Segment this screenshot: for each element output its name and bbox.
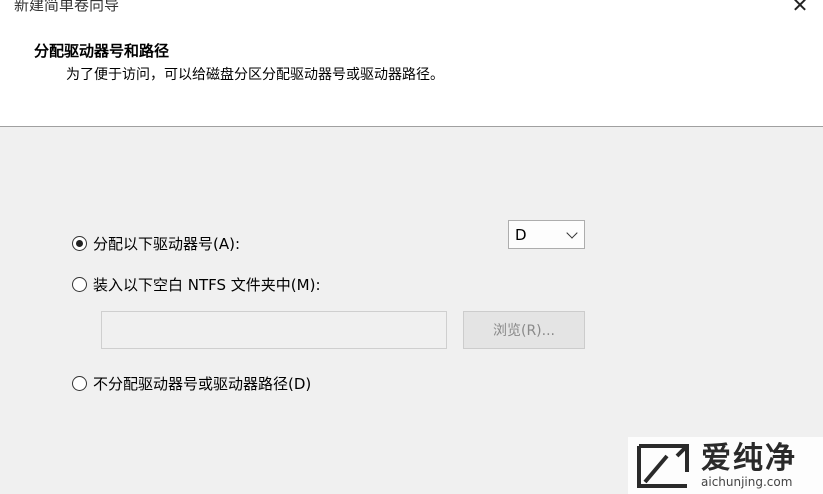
page-description: 为了便于访问，可以给磁盘分区分配驱动器号或驱动器路径。 (66, 67, 444, 83)
watermark-site: aichunjing.com (701, 474, 793, 489)
assign-letter-radio[interactable] (72, 236, 87, 251)
close-button[interactable]: ✕ (777, 0, 823, 18)
drive-letter-select[interactable]: D (508, 220, 585, 249)
mount-folder-label: 装入以下空白 NTFS 文件夹中(M): (93, 276, 321, 294)
wizard-content: 分配以下驱动器号(A): D 装入以下空白 NTFS 文件夹中(M): 浏览(R… (0, 127, 823, 494)
no-assign-radio[interactable] (72, 376, 87, 391)
title-bar: 新建简单卷向导 ✕ (0, 0, 823, 18)
watermark: 爱纯净 aichunjing.com (628, 437, 823, 494)
drive-letter-value: D (515, 225, 527, 244)
folder-path-input[interactable] (101, 311, 447, 349)
page-title: 分配驱动器号和路径 (34, 42, 170, 60)
wizard-header: 分配驱动器号和路径 为了便于访问，可以给磁盘分区分配驱动器号或驱动器路径。 (0, 18, 823, 127)
mount-folder-radio[interactable] (72, 277, 87, 292)
assign-letter-option[interactable]: 分配以下驱动器号(A): (72, 233, 240, 254)
assign-letter-label: 分配以下驱动器号(A): (93, 235, 241, 253)
window-title: 新建简单卷向导 (14, 0, 120, 14)
no-assign-option[interactable]: 不分配驱动器号或驱动器路径(D) (72, 373, 311, 394)
browse-button[interactable]: 浏览(R)... (463, 311, 585, 349)
chevron-down-icon (566, 226, 578, 239)
browse-button-label: 浏览(R)... (492, 323, 555, 339)
watermark-brand: 爱纯净 (701, 440, 797, 476)
close-icon: ✕ (791, 0, 809, 17)
watermark-logo-icon (637, 443, 689, 488)
mount-folder-option[interactable]: 装入以下空白 NTFS 文件夹中(M): (72, 274, 321, 295)
no-assign-label: 不分配驱动器号或驱动器路径(D) (93, 375, 312, 393)
